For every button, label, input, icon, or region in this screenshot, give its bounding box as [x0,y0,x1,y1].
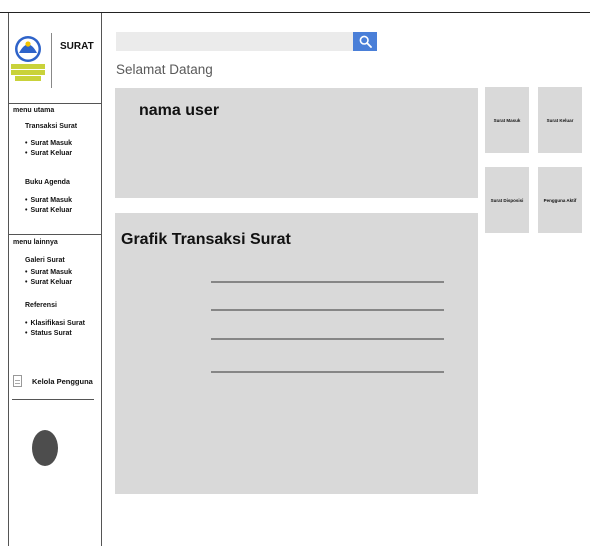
document-icon [13,375,22,387]
menu-kelola-pengguna[interactable]: Kelola Pengguna [13,375,93,387]
stat-card-pengguna-aktif[interactable]: Pengguna Aktif [538,167,582,233]
logo-emblem-icon [11,36,45,81]
divider [9,234,102,235]
search-input[interactable] [116,32,353,51]
menu-transaksi-surat-keluar[interactable]: Surat Keluar [25,150,72,157]
menu-galeri-surat[interactable]: Galeri Surat [25,257,65,264]
menu-transaksi-surat[interactable]: Transaksi Surat [25,123,77,130]
stat-label: Surat Keluar [546,117,574,123]
sidebar: SURAT menu utama Transaksi Surat Surat M… [8,13,102,546]
divider [12,399,94,400]
search-icon [359,35,372,48]
menu-galeri-surat-masuk[interactable]: Surat Masuk [25,269,72,276]
kelola-pengguna-label: Kelola Pengguna [32,376,93,386]
menu-klasifikasi-surat[interactable]: Klasifikasi Surat [25,320,84,327]
avatar[interactable] [32,430,58,466]
welcome-text: Selamat Datang [116,62,213,77]
menu-utama-heading: menu utama [13,107,55,114]
menu-buku-agenda[interactable]: Buku Agenda [25,179,70,186]
divider [9,103,102,104]
stat-label: Surat Masuk [493,117,521,123]
menu-status-surat[interactable]: Status Surat [25,330,71,337]
stat-card-surat-disposisi[interactable]: Surat Disposisi [485,167,529,233]
menu-referensi[interactable]: Referensi [25,302,57,309]
menu-transaksi-surat-masuk[interactable]: Surat Masuk [25,140,72,147]
stat-card-surat-keluar[interactable]: Surat Keluar [538,87,582,153]
menu-agenda-surat-masuk[interactable]: Surat Masuk [25,197,72,204]
app-title: SURAT [60,41,94,52]
stat-label: Surat Disposisi [490,197,524,203]
chart-gridlines [211,281,444,373]
search-button[interactable] [353,32,377,51]
stat-card-surat-masuk[interactable]: Surat Masuk [485,87,529,153]
menu-agenda-surat-keluar[interactable]: Surat Keluar [25,207,72,214]
user-name: nama user [139,102,220,119]
stat-label: Pengguna Aktif [543,197,577,203]
menu-lainnya-heading: menu lainnya [13,239,58,246]
logo-divider [51,33,52,88]
menu-galeri-surat-keluar[interactable]: Surat Keluar [25,279,72,286]
